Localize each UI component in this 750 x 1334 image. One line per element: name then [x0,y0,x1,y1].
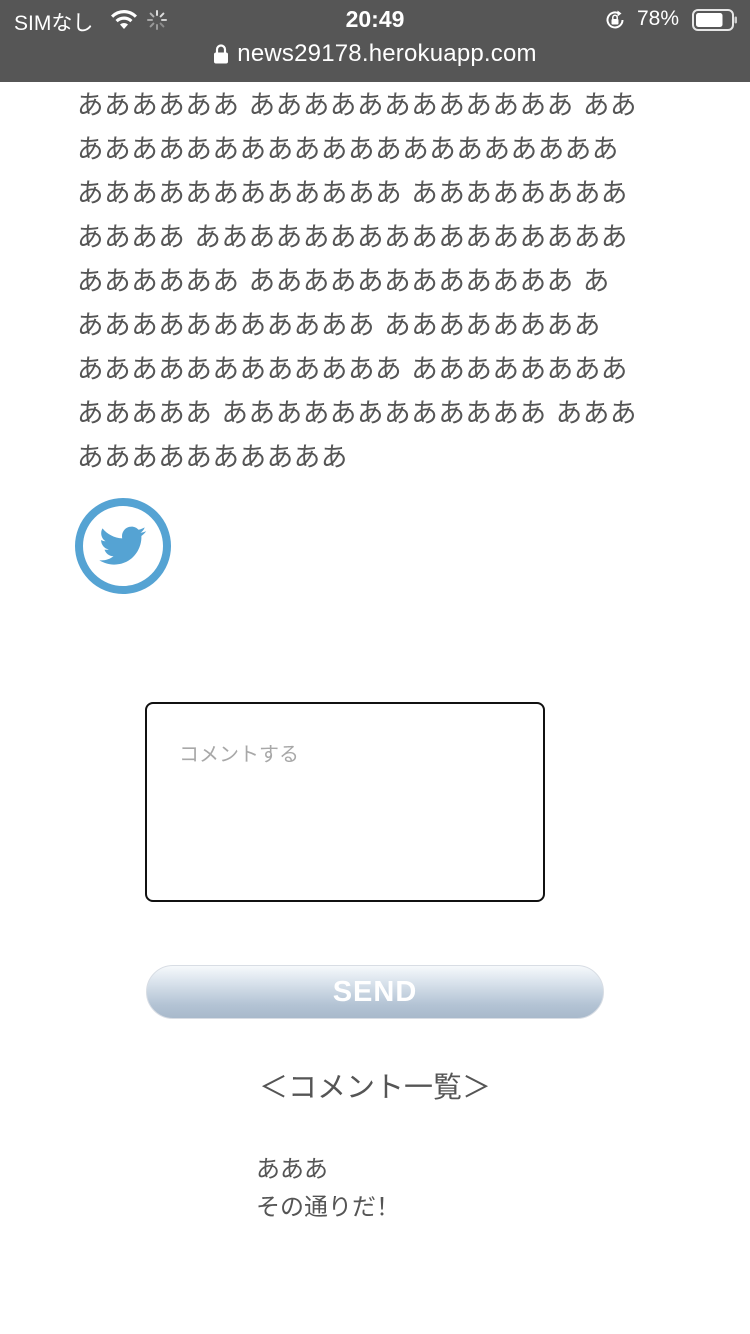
article-line: あああああああああああ ああああああああ [77,310,601,341]
lock-icon [214,44,229,64]
article-line: ああああ ああああああああああああああああ [77,222,629,253]
article-line: ああああああ ああああああああああああ ああ [77,90,638,121]
twitter-icon [99,526,147,565]
comment-item: その通りだ！ [256,1193,400,1221]
browser-top-bar: SIMなし 20:49 78% news29178.herokuapp.com [0,0,750,82]
comment-list-title: ＜コメント一覧＞ [258,1070,491,1104]
send-button[interactable]: SEND [146,965,604,1019]
article-line: ああああああ ああああああああああああ あ [77,266,610,297]
rotation-lock-icon [606,10,624,29]
article-line: ああああああああああああ ああああああああ [77,354,629,385]
article-line: ああああああああああああああああああああ [77,134,619,165]
article-line: ああああああああああ [77,442,348,473]
twitter-share-button[interactable] [75,498,171,594]
status-bar: SIMなし 20:49 78% [0,0,750,40]
url-text: news29178.herokuapp.com [237,40,537,67]
comment-item: あああ [256,1155,328,1183]
article-line: あああああ ああああああああああああ あああ [77,398,638,429]
comment-textarea[interactable] [145,702,545,902]
battery-percent: 78% [637,7,680,30]
battery-icon [692,9,737,31]
article-body: ああああああ ああああああああああああ ああ あああああああああああああああああ… [77,84,677,480]
comment-list: あああ その通りだ！ [256,1150,400,1226]
article-line: ああああああああああああ ああああああああ [77,178,629,209]
address-bar[interactable]: news29178.herokuapp.com [0,40,750,82]
